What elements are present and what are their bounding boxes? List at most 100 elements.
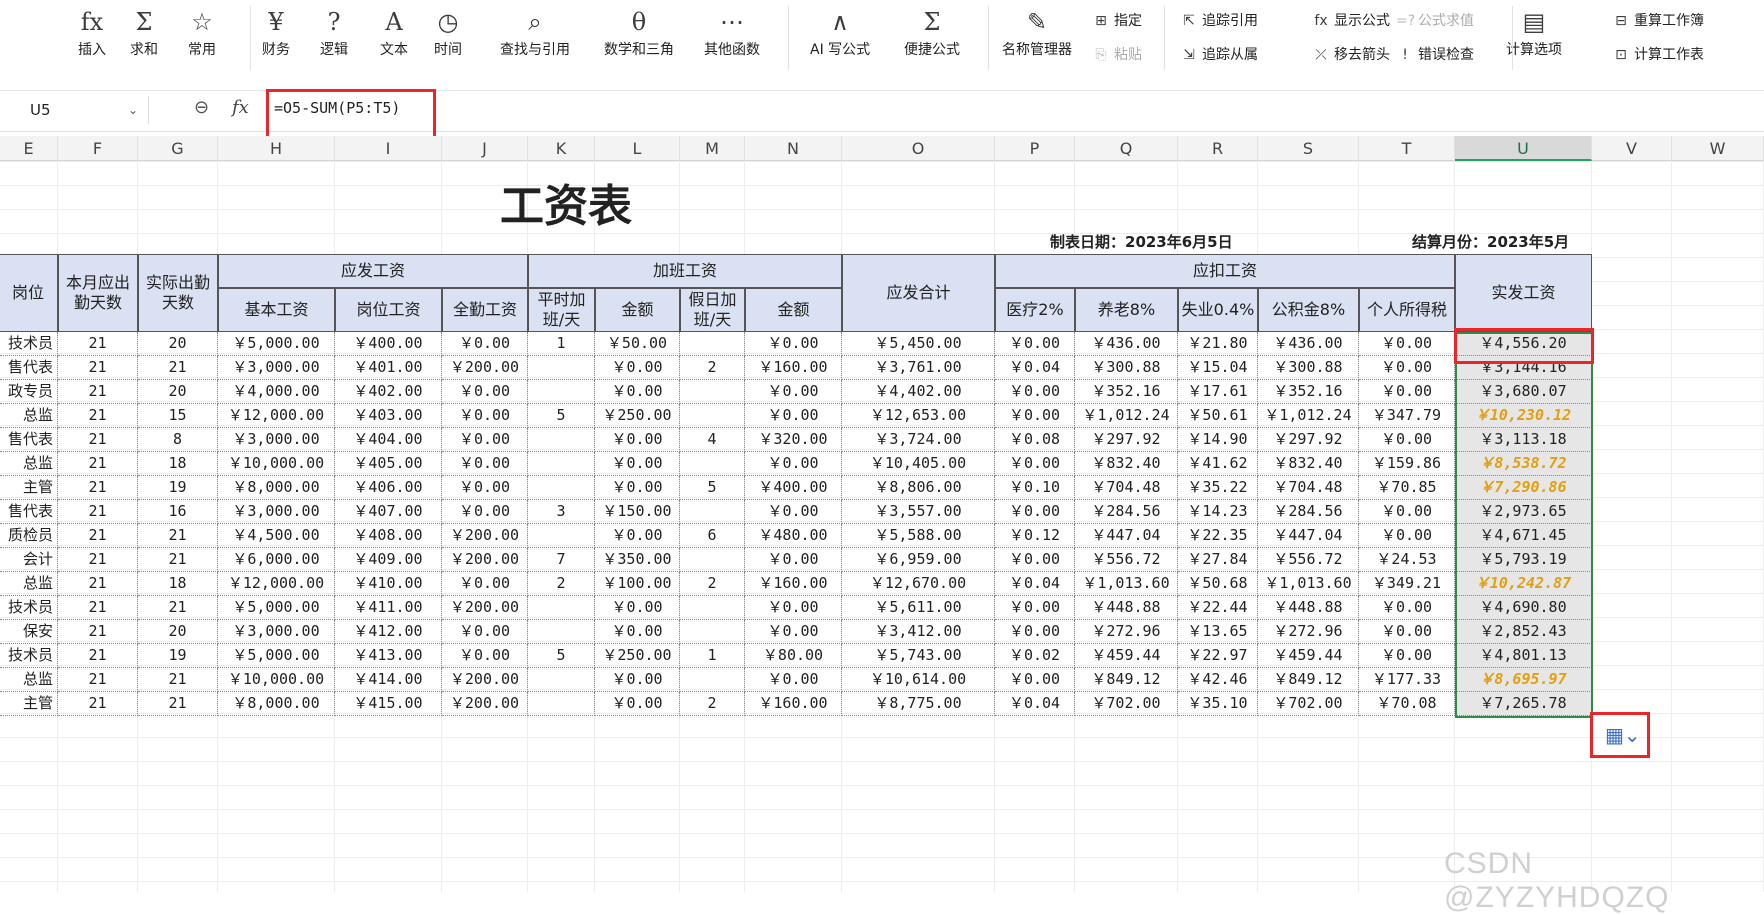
table-cell[interactable]: ￥50.00: [595, 332, 680, 356]
table-cell[interactable]: ￥0.00: [442, 572, 528, 596]
table-cell[interactable]: 1: [528, 332, 595, 356]
table-cell[interactable]: ￥0.04: [995, 356, 1075, 380]
table-cell[interactable]: ￥556.72: [1075, 548, 1178, 572]
table-cell[interactable]: ￥4,000.00: [218, 380, 335, 404]
table-cell[interactable]: ￥0.00: [745, 596, 842, 620]
table-cell[interactable]: ￥480.00: [745, 524, 842, 548]
table-cell[interactable]: ￥300.88: [1075, 356, 1178, 380]
column-header-r[interactable]: R: [1178, 136, 1258, 161]
column-header-p[interactable]: P: [995, 136, 1075, 161]
table-cell[interactable]: 21: [138, 692, 218, 716]
table-cell[interactable]: 保安: [0, 620, 58, 644]
table-cell[interactable]: ￥448.88: [1258, 596, 1359, 620]
table-cell[interactable]: ￥200.00: [442, 524, 528, 548]
table-cell[interactable]: 21: [58, 620, 138, 644]
table-cell[interactable]: ￥401.00: [335, 356, 442, 380]
table-cell[interactable]: ￥0.04: [995, 692, 1075, 716]
table-cell[interactable]: 售代表: [0, 428, 58, 452]
column-header-e[interactable]: E: [0, 136, 58, 161]
ribbon-math-button[interactable]: θ 数学和三角: [604, 4, 674, 74]
table-cell[interactable]: ￥349.21: [1359, 572, 1455, 596]
table-cell[interactable]: ￥0.00: [995, 548, 1075, 572]
table-cell[interactable]: ￥0.00: [1359, 500, 1455, 524]
ribbon-define-name-button[interactable]: ⊞ 指定: [1092, 10, 1142, 32]
table-cell[interactable]: ￥12,000.00: [218, 572, 335, 596]
table-cell[interactable]: ￥0.08: [995, 428, 1075, 452]
table-cell[interactable]: ￥0.00: [995, 668, 1075, 692]
table-cell[interactable]: ￥0.02: [995, 644, 1075, 668]
table-cell[interactable]: ￥160.00: [745, 572, 842, 596]
chevron-down-icon[interactable]: ⌄: [128, 96, 138, 124]
table-cell[interactable]: ￥0.00: [1359, 644, 1455, 668]
table-cell[interactable]: ￥556.72: [1258, 548, 1359, 572]
column-header-q[interactable]: Q: [1075, 136, 1178, 161]
table-cell[interactable]: 15: [138, 404, 218, 428]
table-cell[interactable]: ￥414.00: [335, 668, 442, 692]
table-cell[interactable]: ￥352.16: [1258, 380, 1359, 404]
table-cell[interactable]: ￥0.00: [595, 428, 680, 452]
table-cell[interactable]: ￥177.33: [1359, 668, 1455, 692]
ribbon-trace-precedents-button[interactable]: ⇱ 追踪引用: [1180, 10, 1258, 32]
table-cell[interactable]: ￥300.88: [1258, 356, 1359, 380]
table-cell[interactable]: ￥5,743.00: [842, 644, 995, 668]
table-cell[interactable]: ￥250.00: [595, 644, 680, 668]
ribbon-name-manager-button[interactable]: ✎ 名称管理器: [1002, 4, 1072, 74]
column-header-h[interactable]: H: [218, 136, 335, 161]
table-cell[interactable]: 2: [680, 692, 745, 716]
table-cell[interactable]: ￥12,000.00: [218, 404, 335, 428]
table-cell[interactable]: ￥0.00: [745, 452, 842, 476]
table-cell[interactable]: ￥17.61: [1178, 380, 1258, 404]
table-cell[interactable]: ￥320.00: [745, 428, 842, 452]
table-cell[interactable]: ￥0.00: [1359, 332, 1455, 356]
table-cell[interactable]: ￥832.40: [1258, 452, 1359, 476]
table-cell[interactable]: ￥0.00: [745, 620, 842, 644]
table-cell[interactable]: ￥0.00: [995, 404, 1075, 428]
table-cell[interactable]: ￥22.44: [1178, 596, 1258, 620]
ribbon-error-checking-button[interactable]: ! 错误检查: [1396, 44, 1474, 66]
ribbon-recalc-workbook-button[interactable]: ⊟ 重算工作簿: [1612, 10, 1704, 32]
table-cell[interactable]: [528, 452, 595, 476]
table-cell[interactable]: ￥200.00: [442, 668, 528, 692]
table-cell[interactable]: [528, 596, 595, 620]
table-cell[interactable]: ￥5,000.00: [218, 596, 335, 620]
table-cell[interactable]: ￥408.00: [335, 524, 442, 548]
ribbon-lookup-button[interactable]: ⌕ 查找与引用: [500, 4, 570, 74]
column-header-j[interactable]: J: [442, 136, 528, 161]
table-cell[interactable]: ￥352.16: [1075, 380, 1178, 404]
table-cell[interactable]: ￥10,614.00: [842, 668, 995, 692]
table-cell[interactable]: 21: [58, 572, 138, 596]
table-cell[interactable]: [528, 356, 595, 380]
table-cell[interactable]: 21: [58, 548, 138, 572]
table-cell[interactable]: ￥12,670.00: [842, 572, 995, 596]
table-cell[interactable]: 21: [58, 692, 138, 716]
table-cell[interactable]: ￥849.12: [1075, 668, 1178, 692]
table-cell[interactable]: ￥0.00: [745, 500, 842, 524]
ribbon-show-formulas-button[interactable]: fx 显示公式: [1312, 10, 1390, 32]
ribbon-other-functions-button[interactable]: ⋯ 其他函数: [704, 4, 760, 74]
table-cell[interactable]: ￥447.04: [1075, 524, 1178, 548]
table-cell[interactable]: ￥80.00: [745, 644, 842, 668]
table-cell[interactable]: 21: [138, 524, 218, 548]
table-cell[interactable]: 技术员: [0, 332, 58, 356]
table-cell[interactable]: 21: [58, 452, 138, 476]
table-cell[interactable]: ￥5,000.00: [218, 644, 335, 668]
table-cell[interactable]: ￥15.04: [1178, 356, 1258, 380]
table-cell[interactable]: 总监: [0, 572, 58, 596]
table-cell[interactable]: 20: [138, 332, 218, 356]
table-cell[interactable]: ￥8,806.00: [842, 476, 995, 500]
table-cell[interactable]: ￥8,000.00: [218, 692, 335, 716]
table-cell[interactable]: ￥350.00: [595, 548, 680, 572]
table-cell[interactable]: ￥405.00: [335, 452, 442, 476]
column-header-t[interactable]: T: [1359, 136, 1455, 161]
table-cell[interactable]: ￥3,557.00: [842, 500, 995, 524]
table-cell[interactable]: [680, 452, 745, 476]
ribbon-calc-options-button[interactable]: ▤ 计算选项: [1506, 4, 1562, 74]
ribbon-finance-button[interactable]: ¥ 财务: [262, 4, 290, 74]
table-cell[interactable]: [680, 548, 745, 572]
table-cell[interactable]: ￥160.00: [745, 356, 842, 380]
function-icon[interactable]: fx: [232, 97, 249, 118]
ribbon-calc-sheet-button[interactable]: ⊡ 计算工作表: [1612, 44, 1704, 66]
table-cell[interactable]: 质检员: [0, 524, 58, 548]
table-cell[interactable]: ￥250.00: [595, 404, 680, 428]
table-cell[interactable]: ￥407.00: [335, 500, 442, 524]
